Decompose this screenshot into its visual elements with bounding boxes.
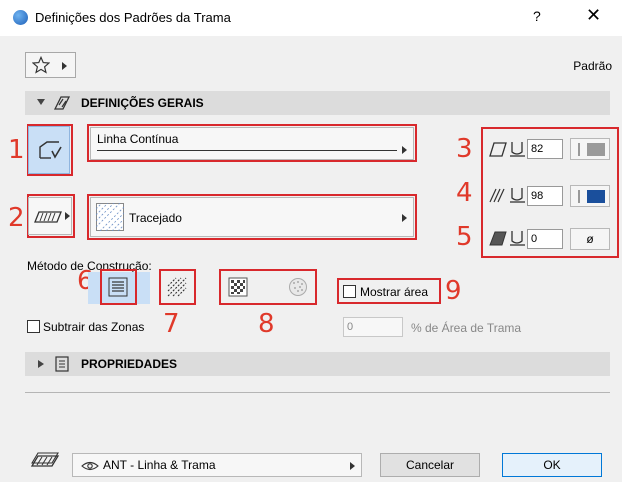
eye-icon [81, 461, 99, 471]
rotated-hatch-icon [167, 277, 187, 297]
properties-label: PROPRIEDADES [81, 357, 178, 371]
layer-dropdown[interactable]: ANT - Linha & Trama [72, 453, 362, 477]
dropdown-arrow-icon [402, 146, 407, 154]
cut-fill-pen-field[interactable]: 0 [527, 229, 563, 249]
radial-fill-icon [289, 278, 307, 296]
line-pen-color-button[interactable] [570, 138, 610, 160]
window-title: Definições dos Padrões da Trama [35, 10, 231, 25]
method-uniform-button[interactable] [103, 272, 134, 302]
line-pen-field[interactable]: 82 [527, 139, 563, 159]
subtract-zones-checkbox[interactable] [27, 320, 40, 333]
help-button[interactable]: ? [533, 8, 541, 24]
callout-5: 5 [456, 222, 473, 252]
cancel-button[interactable]: Cancelar [380, 453, 480, 477]
hatch-pattern-icon [96, 203, 124, 231]
method-gradient-button[interactable] [223, 272, 254, 302]
dropdown-arrow-icon [402, 214, 407, 222]
line-pen-icon [489, 142, 525, 157]
general-settings-header[interactable]: DEFINIÇÕES GERAIS [25, 91, 610, 115]
callout-8: 8 [258, 309, 275, 339]
properties-icon [55, 356, 69, 372]
preset-label: Padrão [573, 59, 612, 73]
method-rotated-button[interactable] [162, 272, 193, 302]
fill-type-icon-button[interactable] [28, 197, 72, 235]
show-area-checkbox[interactable] [343, 285, 356, 298]
line-type-icon-button[interactable] [28, 126, 70, 174]
dropdown-arrow-icon [350, 462, 355, 470]
star-icon [32, 56, 50, 74]
background-pen-color-button[interactable] [570, 185, 610, 207]
line-type-icon [39, 141, 62, 159]
background-pen-field[interactable]: 98 [527, 186, 563, 206]
empty-pen-button[interactable]: ø [570, 228, 610, 250]
line-preview [97, 150, 397, 151]
callout-9: 9 [445, 276, 462, 306]
line-type-dropdown[interactable]: Linha Contínua [90, 127, 414, 160]
callout-7: 7 [163, 309, 180, 339]
dropdown-arrow-icon [62, 62, 67, 70]
ok-button[interactable]: OK [502, 453, 602, 477]
callout-1: 1 [8, 135, 25, 165]
area-percent-label: % de Área de Trama [411, 321, 522, 335]
favorites-button[interactable] [25, 52, 76, 78]
empty-symbol: ø [586, 232, 594, 246]
layer-value: ANT - Linha & Trama [103, 458, 216, 472]
fill-type-icon [34, 211, 62, 223]
app-logo [13, 10, 28, 25]
callout-2: 2 [8, 203, 25, 233]
uniform-lines-icon [108, 277, 128, 297]
collapse-arrow-icon [37, 99, 45, 105]
line-type-value: Linha Contínua [97, 132, 179, 146]
method-radial-button[interactable] [283, 272, 314, 302]
expand-arrow-icon [38, 360, 44, 368]
fill-type-dropdown[interactable]: Tracejado [90, 197, 414, 237]
layer-icon [30, 452, 60, 467]
area-percent-field[interactable]: 0 [343, 317, 403, 337]
title-bar: Definições dos Padrões da Trama ? ✕ [0, 0, 622, 36]
divider [25, 392, 610, 393]
properties-header[interactable]: PROPRIEDADES [25, 352, 610, 376]
dropdown-arrow-icon [65, 212, 70, 220]
gradient-fill-icon [228, 277, 248, 297]
general-settings-label: DEFINIÇÕES GERAIS [81, 96, 204, 110]
fill-type-value: Tracejado [129, 211, 182, 225]
callout-3: 3 [456, 134, 473, 164]
background-pen-icon [489, 188, 525, 203]
background-color-swatch [587, 190, 605, 203]
callout-4: 4 [456, 178, 473, 208]
subtract-zones-label: Subtrair das Zonas [43, 320, 145, 334]
cut-fill-pen-icon [489, 231, 525, 246]
close-button[interactable]: ✕ [586, 5, 601, 26]
fill-settings-icon [53, 96, 71, 110]
show-area-label: Mostrar área [360, 285, 429, 299]
